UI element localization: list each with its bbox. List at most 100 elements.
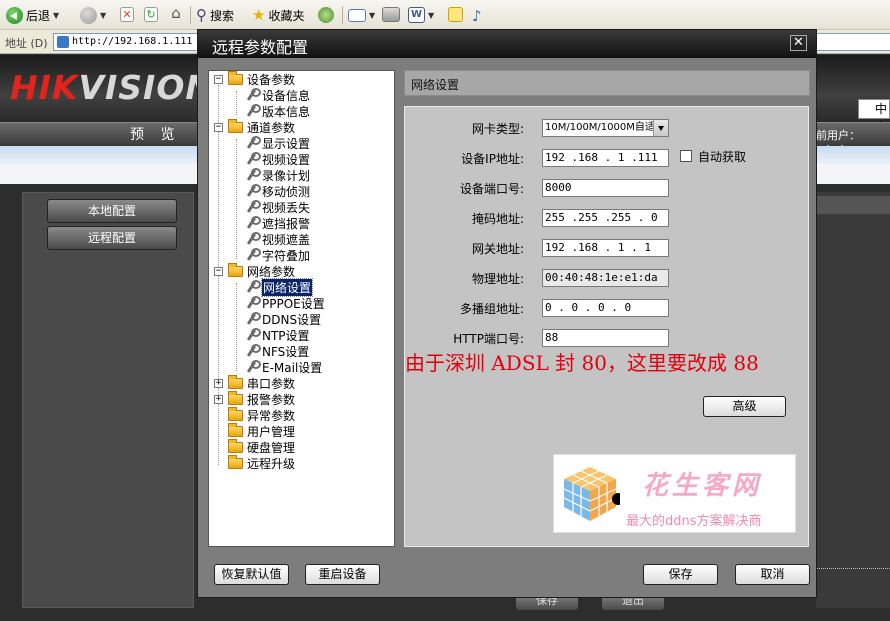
ip-label: 设备IP地址: xyxy=(461,152,524,166)
tree-network-params[interactable]: 网络参数 xyxy=(228,262,295,279)
advanced-button[interactable]: 高级 xyxy=(703,396,786,417)
back-button[interactable]: 后退 ▼ xyxy=(6,4,59,26)
tree-collapse-toggle[interactable]: − xyxy=(214,75,223,84)
history-icon[interactable] xyxy=(318,7,334,23)
http-port-input[interactable]: 88 xyxy=(542,329,669,347)
remote-params-dialog: 远程参数配置 ✕ − 设备参数 设备信息 版本信息 − 通道参数 显示设置 视频… xyxy=(197,29,817,598)
tree-device-info[interactable]: 设备信息 xyxy=(244,87,310,103)
port-input[interactable]: 8000 xyxy=(542,179,669,197)
wrench-icon xyxy=(244,88,261,102)
tree-expand-toggle[interactable]: + xyxy=(214,379,223,388)
tree-display-settings[interactable]: 显示设置 xyxy=(244,135,310,151)
wrench-icon xyxy=(244,104,261,118)
tree-exception-params[interactable]: 异常参数 xyxy=(228,406,295,423)
close-button[interactable]: ✕ xyxy=(790,35,807,51)
ip-input[interactable]: 192 .168 . 1 .111 xyxy=(542,149,669,167)
mail-icon xyxy=(348,8,366,22)
nav-preview[interactable]: 预 览 xyxy=(130,124,180,144)
tree-email[interactable]: E-Mail设置 xyxy=(244,359,322,375)
gateway-label: 网关地址: xyxy=(471,242,524,256)
remote-config-button[interactable]: 远程配置 xyxy=(47,226,177,250)
nic-type-select[interactable]: 10M/100M/1000M自适应 xyxy=(542,119,669,137)
wrench-icon xyxy=(244,280,261,294)
nic-type-value: 10M/100M/1000M自适应 xyxy=(545,122,665,133)
chevron-down-icon[interactable]: ▼ xyxy=(100,11,106,20)
url-input[interactable]: http://192.168.1.111 xyxy=(53,33,213,51)
home-icon[interactable]: ⌂ xyxy=(168,6,184,22)
tree-network-settings[interactable]: 网络设置 xyxy=(244,277,314,297)
stop-icon[interactable]: ✕ xyxy=(120,7,134,22)
tree-collapse-toggle[interactable]: − xyxy=(214,123,223,132)
folder-icon xyxy=(228,454,243,469)
hikvision-logo: HIKVISION xyxy=(10,68,215,107)
multicast-input[interactable]: 0 . 0 . 0 . 0 xyxy=(542,299,669,317)
tree-remote-upgrade[interactable]: 远程升级 xyxy=(228,454,295,471)
url-input-continued[interactable] xyxy=(816,33,890,51)
cube-logo-icon xyxy=(563,467,620,521)
page-icon xyxy=(57,36,69,48)
tree-version-info[interactable]: 版本信息 xyxy=(244,103,310,119)
folder-icon xyxy=(228,406,243,421)
cancel-button[interactable]: 取消 xyxy=(735,564,810,585)
refresh-icon[interactable]: ↻ xyxy=(144,7,158,22)
tree-tamper-alarm[interactable]: 遮挡报警 xyxy=(244,215,310,231)
tree-connector xyxy=(236,139,237,259)
tree-disk-mgmt[interactable]: 硬盘管理 xyxy=(228,438,295,455)
chevron-down-icon[interactable]: ▼ xyxy=(428,11,434,20)
right-area-header xyxy=(816,196,890,214)
favorites-button[interactable]: ★ 收藏夹 xyxy=(252,4,304,26)
settings-tree: − 设备参数 设备信息 版本信息 − 通道参数 显示设置 视频设置 录像计划 移… xyxy=(208,70,395,547)
wrench-icon xyxy=(244,232,261,246)
wrench-icon xyxy=(244,312,261,326)
save-button[interactable]: 保存 xyxy=(643,564,718,585)
right-area xyxy=(816,192,890,608)
tree-nfs[interactable]: NFS设置 xyxy=(244,343,309,359)
wrench-icon xyxy=(244,248,261,262)
language-select[interactable]: 中文 xyxy=(858,99,890,134)
folder-icon xyxy=(228,390,243,405)
tree-ddns[interactable]: DDNS设置 xyxy=(244,311,321,327)
print-icon[interactable] xyxy=(382,7,400,22)
tree-expand-toggle[interactable]: + xyxy=(214,395,223,404)
messenger-icon[interactable]: ♪ xyxy=(472,5,482,27)
chevron-down-icon[interactable] xyxy=(653,120,668,136)
tree-record-schedule[interactable]: 录像计划 xyxy=(244,167,310,183)
tree-alarm-params[interactable]: 报警参数 xyxy=(228,390,295,407)
page-exit-button[interactable]: 退出 xyxy=(602,596,664,610)
folder-icon xyxy=(228,438,243,453)
tree-video-settings[interactable]: 视频设置 xyxy=(244,151,310,167)
folder-icon xyxy=(228,422,243,437)
tree-ntp[interactable]: NTP设置 xyxy=(244,327,310,343)
forward-button[interactable]: ▼ xyxy=(80,4,106,26)
note-icon[interactable] xyxy=(448,7,463,22)
restore-defaults-button[interactable]: 恢复默认值 xyxy=(214,564,289,585)
dialog-title-bar[interactable]: 远程参数配置 ✕ xyxy=(198,30,816,58)
tree-device-params[interactable]: 设备参数 xyxy=(228,70,295,87)
mail-button[interactable]: ▼ xyxy=(348,4,375,26)
gateway-input[interactable]: 192 .168 . 1 . 1 xyxy=(542,239,669,257)
local-config-button[interactable]: 本地配置 xyxy=(47,199,177,223)
chevron-down-icon[interactable]: ▼ xyxy=(53,11,59,20)
tree-connector xyxy=(236,283,237,371)
search-button[interactable]: ⚲ 搜索 xyxy=(196,4,234,26)
tree-collapse-toggle[interactable]: − xyxy=(214,267,223,276)
edit-button[interactable]: W ▼ xyxy=(408,4,434,26)
star-icon: ★ xyxy=(252,6,266,24)
mask-input[interactable]: 255 .255 .255 . 0 xyxy=(542,209,669,227)
reboot-device-button[interactable]: 重启设备 xyxy=(305,564,380,585)
wrench-icon xyxy=(244,200,261,214)
wrench-icon xyxy=(244,328,261,342)
tree-serial-params[interactable]: 串口参数 xyxy=(228,374,295,391)
page-save-button[interactable]: 保存 xyxy=(516,596,578,610)
tree-video-loss[interactable]: 视频丢失 xyxy=(244,199,310,215)
wrench-icon xyxy=(244,344,261,358)
tree-user-mgmt[interactable]: 用户管理 xyxy=(228,422,295,439)
tree-motion-detect[interactable]: 移动侦测 xyxy=(244,183,310,199)
ad-banner[interactable]: 花生客网 最大的ddns方案解决商 xyxy=(553,454,796,533)
tree-pppoe[interactable]: PPPOE设置 xyxy=(244,295,325,311)
tree-video-mask[interactable]: 视频遮盖 xyxy=(244,231,310,247)
auto-obtain-checkbox[interactable] xyxy=(680,150,692,162)
chevron-down-icon[interactable]: ▼ xyxy=(369,11,375,20)
tree-channel-params[interactable]: 通道参数 xyxy=(228,118,295,135)
tree-osd-overlay[interactable]: 字符叠加 xyxy=(244,247,310,263)
